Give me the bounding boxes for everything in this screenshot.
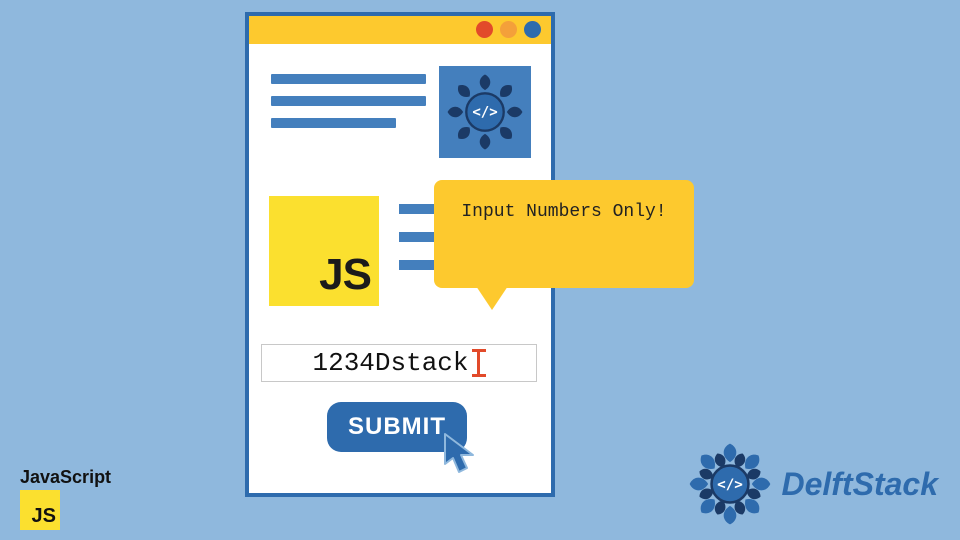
window-dot-red bbox=[476, 21, 493, 38]
window-dot-blue bbox=[524, 21, 541, 38]
svg-text:</>: </> bbox=[472, 105, 497, 121]
tooltip-text: Input Numbers Only! bbox=[461, 202, 666, 222]
svg-text:</>: </> bbox=[717, 477, 743, 493]
js-badge-label: JavaScript bbox=[20, 467, 111, 488]
placeholder-line bbox=[271, 74, 426, 84]
number-input[interactable]: 1234Dstack bbox=[261, 344, 537, 382]
browser-titlebar bbox=[249, 16, 551, 44]
code-emblem-icon: </> bbox=[446, 73, 524, 151]
input-value: 1234Dstack bbox=[312, 348, 468, 378]
window-dot-orange bbox=[500, 21, 517, 38]
placeholder-line bbox=[271, 118, 396, 128]
placeholder-line bbox=[271, 96, 426, 106]
delftstack-emblem-icon: </> bbox=[688, 442, 772, 526]
js-logo-block: JS bbox=[269, 196, 379, 306]
js-small-text: JS bbox=[32, 505, 56, 528]
header-emblem-box: </> bbox=[439, 66, 531, 158]
submit-label: SUBMIT bbox=[348, 413, 446, 441]
js-logo-text: JS bbox=[319, 250, 371, 300]
bottom-left-js-badge: JavaScript JS bbox=[20, 467, 111, 530]
js-small-logo: JS bbox=[20, 490, 60, 530]
mouse-cursor-icon bbox=[439, 430, 489, 480]
browser-content: </> JS 1234Dstack SUBMIT bbox=[249, 44, 551, 128]
window-controls bbox=[476, 21, 541, 38]
brand-name: DelftStack bbox=[782, 466, 939, 503]
validation-tooltip: Input Numbers Only! bbox=[434, 180, 694, 288]
delftstack-brand: </> DelftStack bbox=[688, 442, 939, 526]
text-cursor-icon bbox=[472, 351, 486, 375]
